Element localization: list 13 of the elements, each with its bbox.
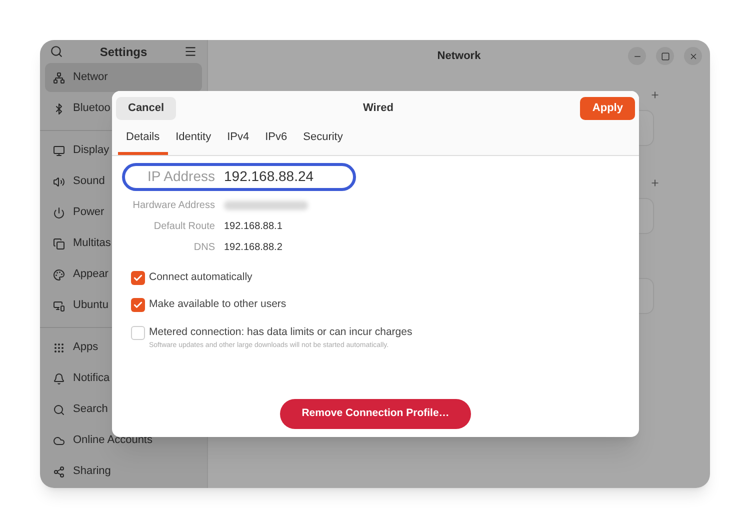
field-label: IP Address <box>146 167 215 186</box>
field-value: 192.168.88.1 <box>224 220 282 234</box>
field-value: 192.168.88.2 <box>224 240 282 254</box>
field-label: DNS <box>192 240 215 254</box>
field-label: Hardware Address <box>132 198 215 212</box>
field-label: Default Route <box>152 220 215 234</box>
sidebar-title: Settings <box>100 44 148 60</box>
field-value: 192.168.88.24 <box>224 167 314 186</box>
window-title: Network <box>437 48 481 64</box>
dialog-title: Wired <box>363 101 394 116</box>
checkbox-label: Make available to other users <box>149 297 286 312</box>
checkbox-label: Metered connection: has data limits or can incur charges <box>149 325 412 340</box>
checkbox-label: Connect automatically <box>149 270 252 284</box>
